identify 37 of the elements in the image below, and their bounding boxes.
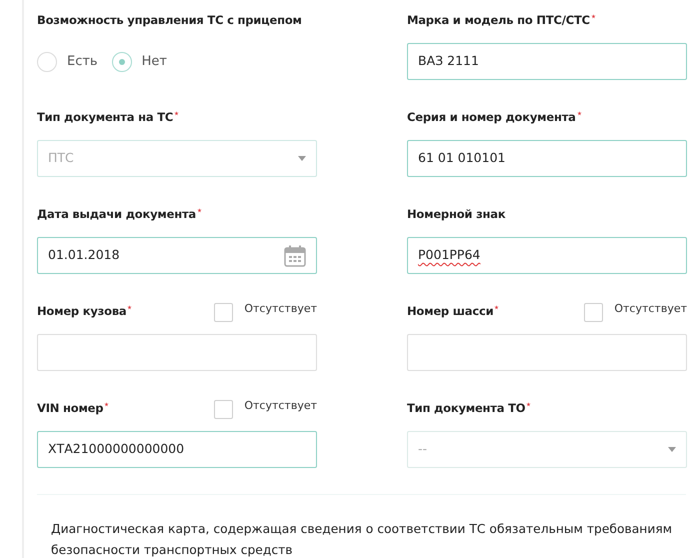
checkbox[interactable] (214, 302, 234, 322)
field-label: Номер кузова (37, 303, 132, 321)
field-label: Тип документа на ТС (37, 109, 180, 127)
input-field[interactable]: 61 01 010101 (407, 140, 687, 177)
required-asterisk-icon (174, 111, 180, 116)
field-label: Возможность управления ТС с прицепом (37, 12, 302, 30)
description-text: Диагностическая карта, содержащая сведения о соответствии ТС обязательным требованиям безопасности транспортных средств (51, 521, 672, 558)
field-label: Тип документа ТО (407, 400, 532, 418)
checkbox[interactable] (214, 400, 234, 418)
field-label: Номер шасси (407, 303, 500, 321)
checkbox-label: Отсутствует (244, 300, 317, 317)
input-field[interactable] (37, 334, 317, 371)
input-field[interactable] (407, 334, 687, 371)
field-label: Дата выдачи документа (37, 206, 202, 224)
field-label: Номерной знак (407, 206, 506, 224)
caret-icon (298, 156, 306, 161)
caret-icon (668, 447, 676, 452)
field-label: Серия и номер документа (407, 109, 582, 127)
radio-option[interactable]: Нет (112, 52, 167, 72)
checkbox-label: Отсутствует (244, 398, 317, 414)
calendar-icon[interactable] (284, 244, 306, 266)
required-asterisk-icon (576, 111, 582, 116)
required-asterisk-icon (196, 208, 202, 214)
required-asterisk-icon (127, 305, 132, 310)
input-field[interactable]: ВАЗ 2111 (407, 43, 687, 80)
input-field[interactable]: Р001РР64 (407, 237, 687, 274)
radio-option[interactable]: Есть (37, 52, 98, 72)
checkbox[interactable] (584, 302, 604, 322)
required-asterisk-icon (590, 14, 596, 20)
input-field[interactable]: ХТА21000000000000 (37, 431, 317, 468)
field-label: VIN номер (37, 400, 110, 418)
checkbox-label: Отсутствует (614, 300, 687, 317)
required-asterisk-icon (494, 305, 500, 310)
required-asterisk-icon (526, 402, 532, 408)
required-asterisk-icon (104, 402, 110, 408)
field-label: Марка и модель по ПТС/СТС (407, 12, 596, 30)
date-field[interactable]: 01.01.2018 (37, 237, 317, 274)
